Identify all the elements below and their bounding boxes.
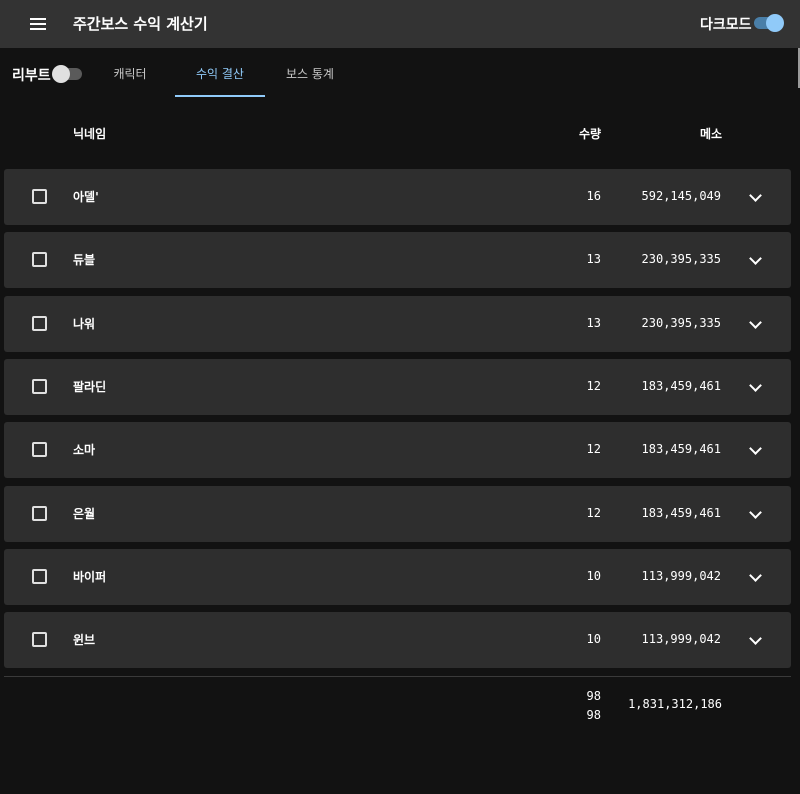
chevron-down-icon[interactable] — [748, 252, 764, 268]
total-quantity-top: 98 — [586, 689, 601, 703]
dark-mode-toggle[interactable] — [752, 14, 784, 32]
row-checkbox[interactable] — [32, 316, 47, 331]
row-nickname: 듀블 — [73, 253, 96, 267]
row-checkbox[interactable] — [32, 379, 47, 394]
dark-mode-label: 다크모드 — [700, 17, 752, 33]
chevron-down-icon[interactable] — [748, 632, 764, 648]
row-quantity: 12 — [586, 379, 601, 393]
chevron-down-icon[interactable] — [748, 189, 764, 205]
header-meso: 메소 — [700, 127, 723, 141]
chevron-down-icon[interactable] — [748, 569, 764, 585]
row-checkbox[interactable] — [32, 569, 47, 584]
totals-divider — [4, 676, 791, 677]
row-nickname: 바이퍼 — [73, 570, 107, 584]
row-checkbox[interactable] — [32, 632, 47, 647]
table-row[interactable]: 듀블 13 230,395,335 — [4, 232, 791, 288]
row-checkbox[interactable] — [32, 252, 47, 267]
total-quantity: 98 98 — [560, 687, 601, 725]
table-row[interactable]: 나워 13 230,395,335 — [4, 296, 791, 352]
table-row[interactable]: 바이퍼 10 113,999,042 — [4, 549, 791, 605]
row-quantity: 13 — [586, 252, 601, 266]
row-meso: 592,145,049 — [641, 189, 721, 203]
app-bar: 주간보스 수익 계산기 다크모드 — [0, 0, 800, 48]
menu-icon[interactable] — [24, 12, 48, 36]
table-row[interactable]: 소마 12 183,459,461 — [4, 422, 791, 478]
tab-characters[interactable]: 캐릭터 — [85, 48, 175, 98]
row-meso: 113,999,042 — [641, 569, 721, 583]
tab-boss-stats[interactable]: 보스 통계 — [265, 48, 355, 98]
row-quantity: 12 — [586, 442, 601, 456]
row-meso: 183,459,461 — [641, 442, 721, 456]
row-quantity: 10 — [586, 569, 601, 583]
row-quantity: 10 — [586, 632, 601, 646]
header-quantity: 수량 — [579, 127, 602, 141]
row-nickname: 아델' — [73, 190, 99, 204]
row-quantity: 13 — [586, 316, 601, 330]
reboot-label: 리부트 — [12, 68, 51, 84]
row-nickname: 나워 — [73, 317, 96, 331]
header-nickname: 닉네임 — [73, 127, 107, 141]
chevron-down-icon[interactable] — [748, 442, 764, 458]
tab-profit-summary[interactable]: 수익 결산 — [175, 48, 265, 98]
tab-indicator — [175, 95, 265, 97]
row-nickname: 팔라딘 — [73, 380, 107, 394]
row-meso: 230,395,335 — [641, 252, 721, 266]
app-title: 주간보스 수익 계산기 — [73, 15, 208, 33]
row-meso: 230,395,335 — [641, 316, 721, 330]
row-checkbox[interactable] — [32, 442, 47, 457]
row-nickname: 소마 — [73, 443, 96, 457]
chevron-down-icon[interactable] — [748, 506, 764, 522]
table-row[interactable]: 아델' 16 592,145,049 — [4, 169, 791, 225]
dark-mode-toggle-thumb — [766, 14, 784, 32]
row-checkbox[interactable] — [32, 506, 47, 521]
table-row[interactable]: 은월 12 183,459,461 — [4, 486, 791, 542]
row-meso: 113,999,042 — [641, 632, 721, 646]
total-meso: 1,831,312,186 — [628, 697, 722, 711]
total-quantity-bottom: 98 — [586, 708, 601, 722]
reboot-toggle[interactable] — [52, 65, 82, 83]
row-checkbox[interactable] — [32, 189, 47, 204]
reboot-toggle-thumb — [52, 65, 70, 83]
row-quantity: 16 — [586, 189, 601, 203]
row-meso: 183,459,461 — [641, 379, 721, 393]
row-quantity: 12 — [586, 506, 601, 520]
chevron-down-icon[interactable] — [748, 379, 764, 395]
row-nickname: 은월 — [73, 507, 96, 521]
chevron-down-icon[interactable] — [748, 316, 764, 332]
table-row[interactable]: 윈브 10 113,999,042 — [4, 612, 791, 668]
table-row[interactable]: 팔라딘 12 183,459,461 — [4, 359, 791, 415]
row-nickname: 윈브 — [73, 633, 96, 647]
row-meso: 183,459,461 — [641, 506, 721, 520]
